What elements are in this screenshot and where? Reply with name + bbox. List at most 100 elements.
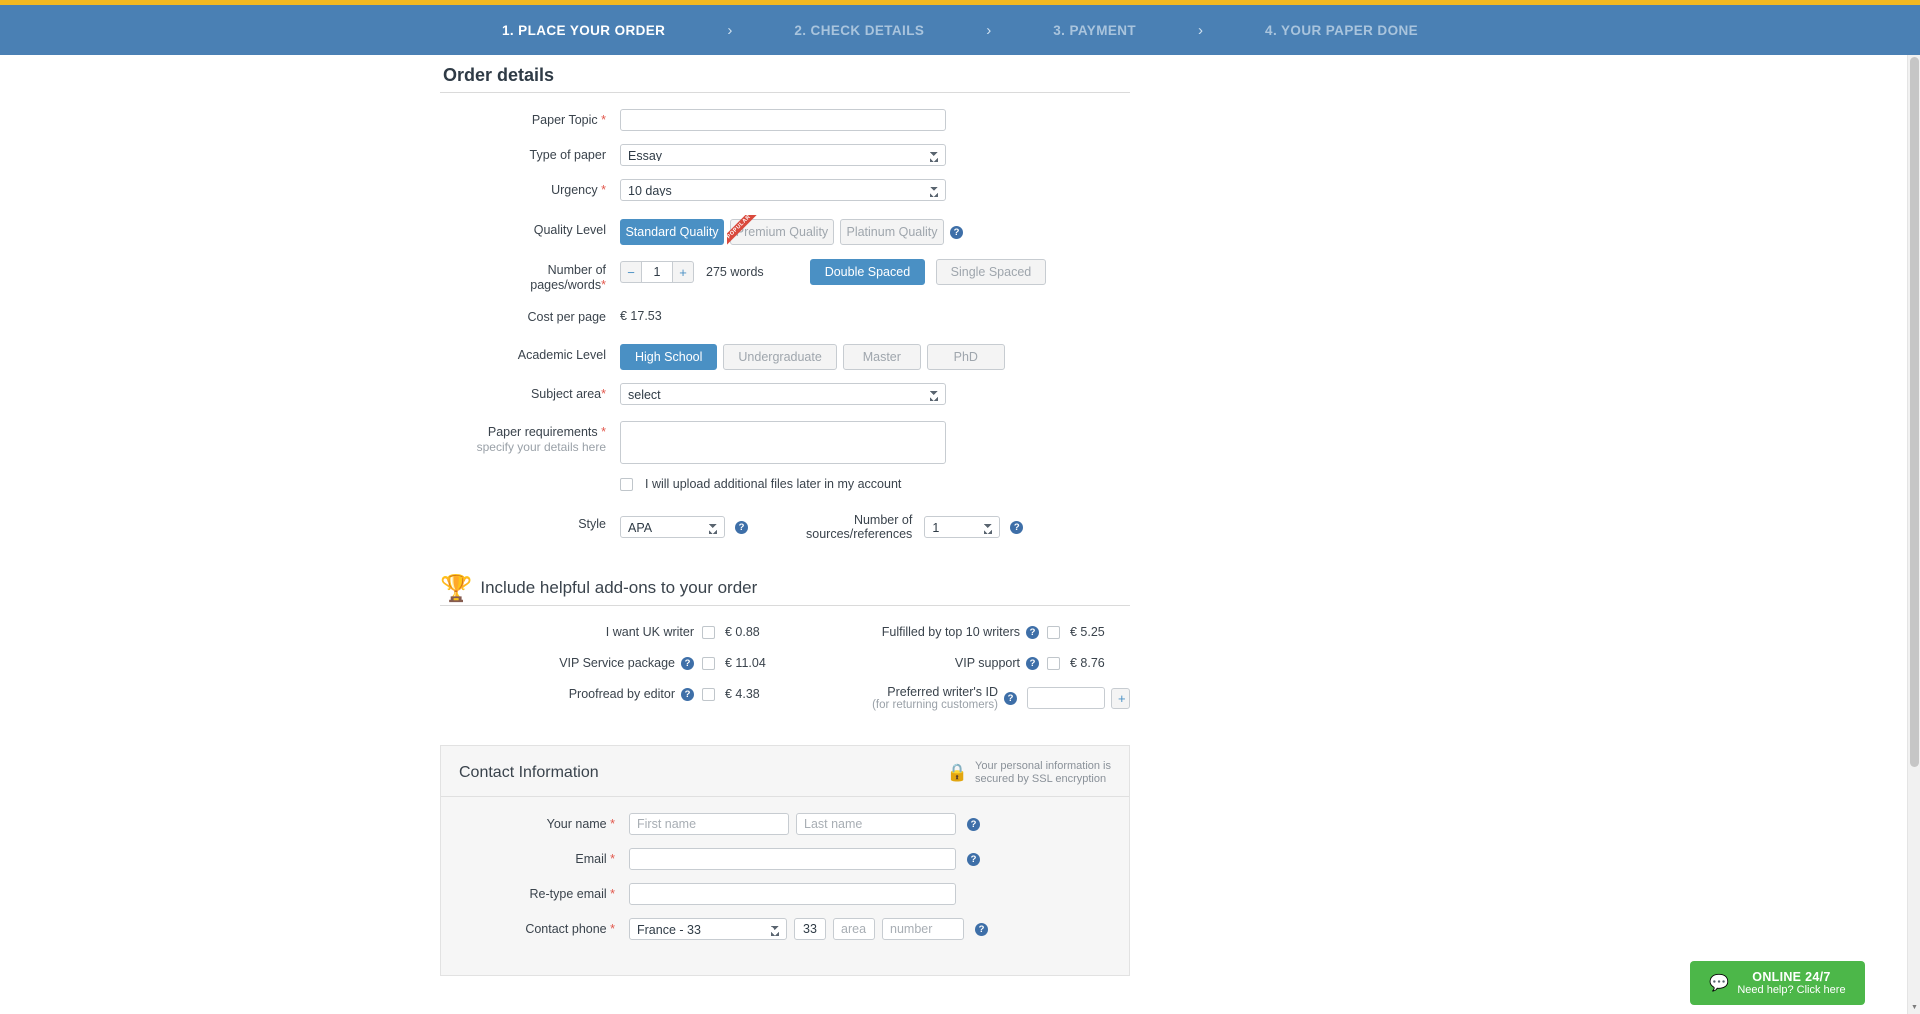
addons-left-column: I want UK writer € 0.88 VIP Service pack… [440, 622, 785, 723]
style-select[interactable]: APA [620, 516, 725, 538]
step-place-your-order[interactable]: 1. PLACE YOUR ORDER [502, 23, 665, 38]
phone-number-input[interactable] [882, 918, 964, 940]
last-name-input[interactable] [796, 813, 956, 835]
pages-decrement-button[interactable]: − [620, 261, 641, 283]
addon-proofread-help-icon[interactable]: ? [681, 687, 694, 701]
page-scroll-area: Order details Paper Topic * Type of pape… [0, 55, 1920, 1014]
label-urgency: Urgency * [551, 183, 606, 197]
contact-header: Contact Information 🔒 Your personal info… [441, 760, 1129, 797]
academic-level-master-button[interactable]: Master [842, 344, 921, 370]
quality-premium-wrapper: Premium Quality POPULAR [727, 215, 840, 249]
addon-proofread-checkbox[interactable] [702, 687, 715, 701]
cost-per-page-value: € 17.53 [620, 309, 662, 323]
pages-increment-button[interactable]: + [673, 261, 694, 283]
addon-vip-support-label: VIP support [954, 656, 1020, 670]
label-subject-area: Subject area* [530, 387, 606, 401]
row-style: Style APA ? Number of sources/references… [440, 513, 1130, 541]
label-number-of-pages: Number of pages/words* [530, 263, 606, 292]
academic-level-high-school-button[interactable]: High School [620, 344, 718, 370]
addon-vip-support-price: € 8.76 [1070, 656, 1105, 670]
add-writer-id-button[interactable]: + [1111, 687, 1130, 709]
addon-preferred-writer-id-help-icon[interactable]: ? [1004, 691, 1017, 705]
addon-uk-writer-price: € 0.88 [725, 625, 760, 639]
quality-premium-button[interactable]: Premium Quality [730, 219, 834, 245]
step-your-paper-done[interactable]: 4. YOUR PAPER DONE [1265, 23, 1418, 38]
addon-top-writers: Fulfilled by top 10 writers ? € 5.25 [785, 622, 1130, 642]
single-spaced-button[interactable]: Single Spaced [935, 259, 1047, 285]
addon-vip-service: VIP Service package ? € 11.04 [440, 653, 785, 673]
addon-uk-writer-checkbox[interactable] [702, 625, 715, 639]
contact-title: Contact Information [459, 764, 599, 781]
chevron-right-icon: › [727, 21, 733, 39]
row-your-name: Your name * ? [441, 813, 1129, 835]
addons-header: 🏆 Include helpful add-ons to your order [440, 575, 1130, 601]
row-email: Email * ? [441, 848, 1129, 870]
double-spaced-button[interactable]: Double Spaced [809, 259, 926, 285]
sources-select[interactable]: 1 [924, 516, 1001, 538]
addon-proofread-price: € 4.38 [725, 687, 760, 701]
academic-level-phd-button[interactable]: PhD [926, 344, 1005, 370]
addon-vip-service-help-icon[interactable]: ? [681, 656, 694, 670]
style-help-icon[interactable]: ? [735, 520, 748, 534]
pages-stepper: − + [620, 261, 694, 283]
addon-vip-service-label: VIP Service package [559, 656, 675, 670]
row-urgency: Urgency * 10 days [440, 179, 1130, 201]
phone-country-select[interactable]: France - 33 [629, 918, 787, 940]
order-progress-steps: 1. PLACE YOUR ORDER › 2. CHECK DETAILS ›… [0, 5, 1920, 55]
step-payment[interactable]: 3. PAYMENT [1053, 23, 1136, 38]
addon-top-writers-help-icon[interactable]: ? [1026, 625, 1039, 639]
row-quality-level: Quality Level Standard Quality Premium Q… [440, 215, 1130, 249]
scroll-down-button[interactable]: ▼ [1908, 1001, 1920, 1014]
quality-level-button-group: Standard Quality Premium Quality POPULAR… [620, 215, 950, 249]
type-of-paper-select[interactable]: Essay [620, 144, 946, 166]
trophy-icon: 🏆 [440, 573, 473, 603]
order-form: Order details Paper Topic * Type of pape… [440, 65, 1130, 1002]
quality-platinum-button[interactable]: Platinum Quality [840, 219, 944, 245]
addon-preferred-writer-id: Preferred writer's ID (for returning cus… [785, 684, 1130, 712]
label-number-of-sources: Number of sources/references [806, 513, 913, 541]
paper-requirements-textarea[interactable] [620, 421, 946, 464]
addon-vip-support-help-icon[interactable]: ? [1026, 656, 1039, 670]
addon-uk-writer: I want UK writer € 0.88 [440, 622, 785, 642]
first-name-input[interactable] [629, 813, 789, 835]
sources-help-icon[interactable]: ? [1010, 520, 1024, 534]
pages-input[interactable] [641, 261, 673, 283]
phone-country-code-input[interactable] [794, 918, 826, 940]
upload-later-checkbox[interactable] [620, 477, 633, 491]
live-chat-widget[interactable]: 💬 ONLINE 24/7 Need help? Click here [1690, 961, 1865, 1005]
row-academic-level: Academic Level High School Undergraduate… [440, 344, 1130, 370]
label-your-name: Your name * [546, 817, 615, 831]
label-retype-email: Re-type email * [529, 887, 615, 901]
chevron-right-icon: › [986, 21, 992, 39]
subject-area-select[interactable]: select [620, 383, 946, 405]
label-academic-level: Academic Level [517, 348, 606, 362]
paper-topic-input[interactable] [620, 109, 946, 131]
addon-proofread-label: Proofread by editor [568, 687, 675, 701]
addon-vip-service-checkbox[interactable] [702, 656, 715, 670]
chat-status-label: ONLINE 24/7 [1752, 970, 1831, 984]
academic-level-undergraduate-button[interactable]: Undergraduate [723, 344, 837, 370]
page-title: Order details [443, 65, 555, 85]
addon-top-writers-label: Fulfilled by top 10 writers [881, 625, 1020, 639]
quality-standard-button[interactable]: Standard Quality [620, 219, 724, 245]
contact-phone-help-icon[interactable]: ? [975, 922, 988, 936]
quality-help-icon[interactable]: ? [950, 225, 963, 239]
phone-area-input[interactable] [833, 918, 875, 940]
scrollbar-thumb[interactable] [1910, 57, 1919, 767]
row-number-of-pages: Number of pages/words* − + 275 words Dou… [440, 259, 1130, 293]
addon-top-writers-checkbox[interactable] [1047, 625, 1060, 639]
preferred-writer-id-input[interactable] [1027, 687, 1105, 709]
your-name-help-icon[interactable]: ? [967, 817, 980, 831]
retype-email-input[interactable] [629, 883, 956, 905]
upload-later-checkbox-line[interactable]: I will upload additional files later in … [620, 477, 901, 491]
step-check-details[interactable]: 2. CHECK DETAILS [794, 23, 924, 38]
addon-vip-support-checkbox[interactable] [1047, 656, 1060, 670]
page-scrollbar[interactable]: ▲ ▼ [1907, 55, 1920, 1014]
urgency-select[interactable]: 10 days [620, 179, 946, 201]
label-email: Email * [575, 852, 615, 866]
email-input[interactable] [629, 848, 956, 870]
label-paper-requirements: Paper requirements * specify your detail… [476, 425, 606, 454]
chat-widget-text: ONLINE 24/7 Need help? Click here [1737, 970, 1845, 996]
email-help-icon[interactable]: ? [967, 852, 980, 866]
row-contact-phone: Contact phone * France - 33 ? [441, 918, 1129, 940]
